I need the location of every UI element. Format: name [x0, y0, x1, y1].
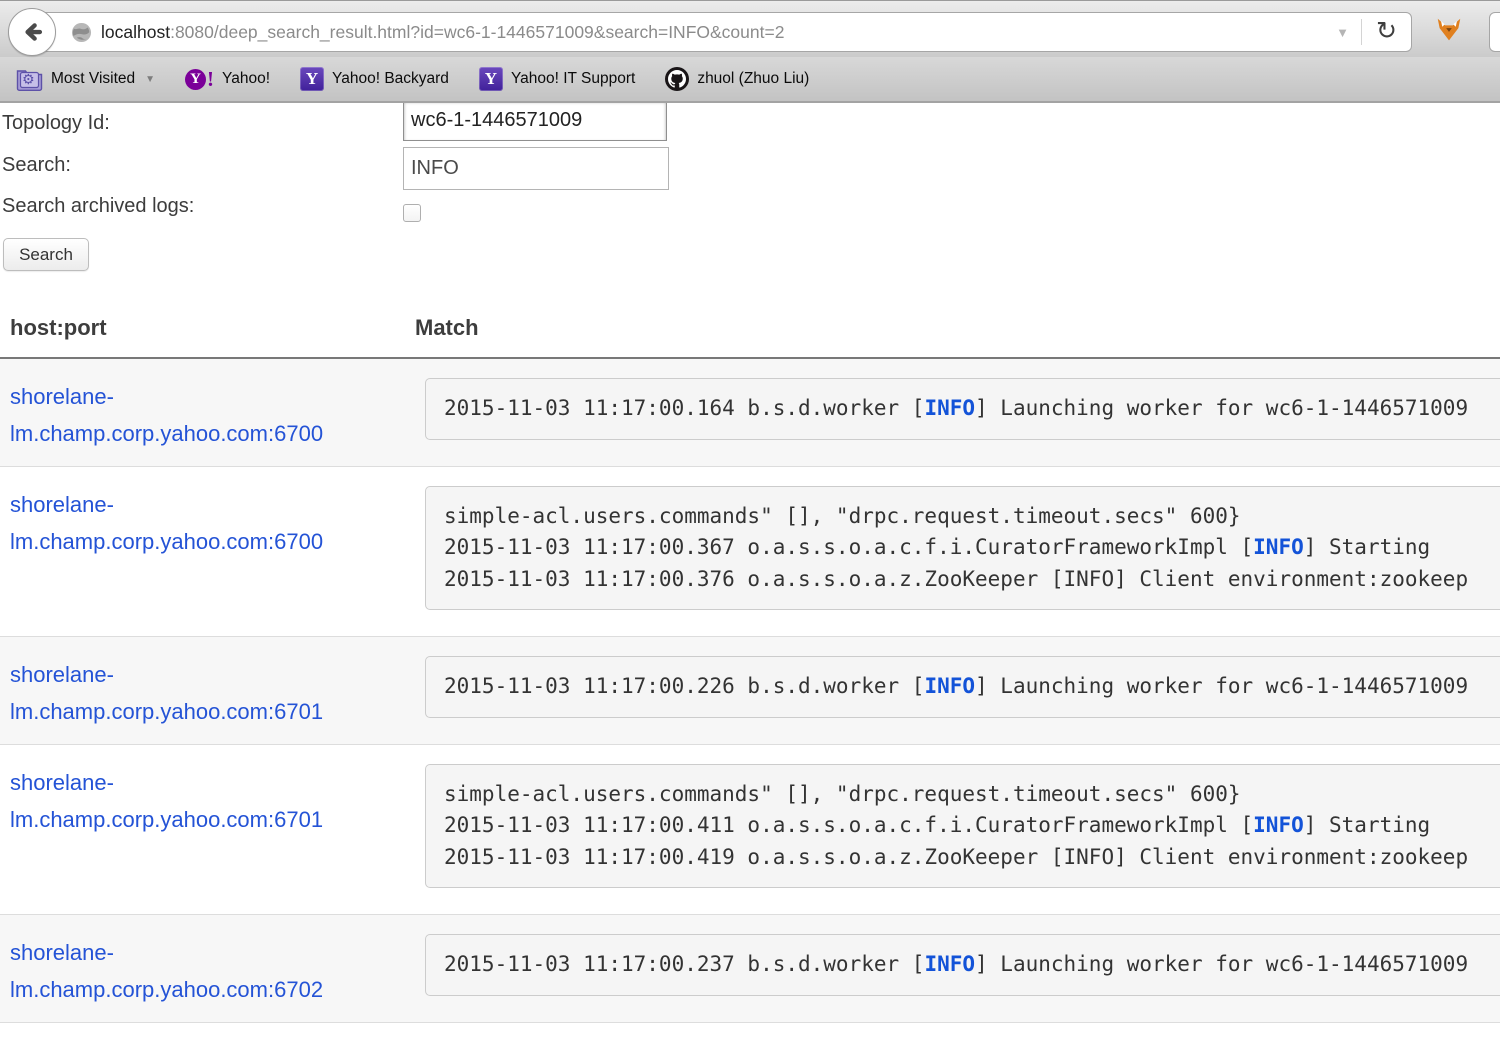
host-port-link[interactable]: shorelane-lm.champ.corp.yahoo.com:6701 [10, 770, 323, 832]
address-bar[interactable]: localhost:8080/deep_search_result.html?i… [32, 12, 1412, 52]
host-cell: shorelane-lm.champ.corp.yahoo.com:6701 [0, 637, 415, 744]
github-icon [665, 67, 689, 91]
topology-id-input[interactable] [403, 103, 667, 141]
table-row: shorelane-lm.champ.corp.yahoo.com:6701 s… [0, 745, 1500, 916]
match-cell: 2015-11-03 11:17:00.226 b.s.d.worker [IN… [415, 637, 1500, 744]
bookmark-yahoo[interactable]: Y! Yahoo! [185, 67, 270, 92]
url-text: localhost:8080/deep_search_result.html?i… [101, 22, 1324, 43]
bookmark-zhuol[interactable]: zhuol (Zhuo Liu) [665, 67, 809, 91]
results-header: host:port Match [0, 315, 1500, 359]
topology-id-label: Topology Id: [0, 112, 403, 135]
search-bar-partial[interactable] [1489, 12, 1500, 52]
table-row: shorelane-lm.champ.corp.yahoo.com:6700 s… [0, 467, 1500, 638]
archived-logs-checkbox[interactable] [403, 204, 421, 222]
gear-glyph-icon: ⚙ [22, 71, 35, 88]
match-cell: 2015-11-03 11:17:00.164 b.s.d.worker [IN… [415, 359, 1500, 466]
host-port-header: host:port [0, 315, 415, 341]
search-button[interactable]: Search [3, 238, 89, 271]
yahoo-y-icon: Y [300, 67, 324, 91]
match-cell: simple-acl.users.commands" [], "drpc.req… [415, 467, 1500, 637]
match-cell: 2015-11-03 11:17:00.237 b.s.d.worker [IN… [415, 915, 1500, 1022]
log-match-box: simple-acl.users.commands" [], "drpc.req… [425, 486, 1500, 611]
yahoo-favicon-icon: Y! [185, 67, 214, 92]
url-path: :8080/deep_search_result.html?id=wc6-1-1… [170, 22, 784, 42]
host-port-link[interactable]: shorelane-lm.champ.corp.yahoo.com:6700 [10, 384, 323, 446]
chevron-down-icon: ▼ [145, 74, 155, 85]
log-match-box: 2015-11-03 11:17:00.226 b.s.d.worker [IN… [425, 656, 1500, 718]
archived-logs-label: Search archived logs: [0, 195, 403, 218]
browser-toolbar: localhost:8080/deep_search_result.html?i… [0, 0, 1500, 57]
table-row: shorelane-lm.champ.corp.yahoo.com:6702 2… [0, 915, 1500, 1023]
bookmark-most-visited[interactable]: ⚙ Most Visited ▼ [16, 68, 155, 91]
log-match-box: simple-acl.users.commands" [], "drpc.req… [425, 764, 1500, 889]
log-match-box: 2015-11-03 11:17:00.237 b.s.d.worker [IN… [425, 934, 1500, 996]
results-table: host:port Match shorelane-lm.champ.corp.… [0, 315, 1500, 1023]
url-hostname: localhost [101, 22, 170, 42]
host-cell: shorelane-lm.champ.corp.yahoo.com:6700 [0, 359, 415, 466]
folder-icon: ⚙ [16, 68, 43, 91]
host-cell: shorelane-lm.champ.corp.yahoo.com:6700 [0, 467, 415, 637]
table-row: shorelane-lm.champ.corp.yahoo.com:6701 2… [0, 637, 1500, 745]
search-label: Search: [0, 154, 403, 177]
yahoo-y-icon: Y [479, 67, 503, 91]
match-header: Match [415, 315, 479, 341]
search-input[interactable] [403, 147, 669, 190]
host-cell: shorelane-lm.champ.corp.yahoo.com:6702 [0, 915, 415, 1022]
search-form: Topology Id: Search: Search archived log… [0, 103, 1500, 271]
globe-icon [71, 22, 92, 43]
bookmark-yahoo-it-support[interactable]: Y Yahoo! IT Support [479, 67, 635, 91]
table-row: shorelane-lm.champ.corp.yahoo.com:6700 2… [0, 359, 1500, 467]
back-button[interactable] [8, 8, 56, 56]
bookmark-label: Yahoo! IT Support [511, 70, 635, 88]
host-cell: shorelane-lm.champ.corp.yahoo.com:6701 [0, 745, 415, 915]
bookmark-label: zhuol (Zhuo Liu) [697, 70, 809, 88]
log-match-box: 2015-11-03 11:17:00.164 b.s.d.worker [IN… [425, 378, 1500, 440]
reload-icon[interactable]: ↻ [1362, 19, 1411, 44]
bookmark-label: Yahoo! [222, 70, 270, 88]
back-arrow-icon [18, 18, 46, 46]
page-content: Topology Id: Search: Search archived log… [0, 103, 1500, 1041]
bookmark-yahoo-backyard[interactable]: Y Yahoo! Backyard [300, 67, 449, 91]
host-port-link[interactable]: shorelane-lm.champ.corp.yahoo.com:6702 [10, 940, 323, 1002]
url-dropdown-icon[interactable]: ▼ [1324, 25, 1361, 40]
host-port-link[interactable]: shorelane-lm.champ.corp.yahoo.com:6701 [10, 662, 323, 724]
bookmark-label: Most Visited [51, 70, 135, 88]
match-cell: simple-acl.users.commands" [], "drpc.req… [415, 745, 1500, 915]
bookmark-label: Yahoo! Backyard [332, 70, 449, 88]
bookmarks-bar: ⚙ Most Visited ▼ Y! Yahoo! Y Yahoo! Back… [0, 57, 1500, 103]
host-port-link[interactable]: shorelane-lm.champ.corp.yahoo.com:6700 [10, 492, 323, 554]
results-table-body: shorelane-lm.champ.corp.yahoo.com:6700 2… [0, 359, 1500, 1023]
fox-extension-icon[interactable] [1434, 15, 1464, 45]
